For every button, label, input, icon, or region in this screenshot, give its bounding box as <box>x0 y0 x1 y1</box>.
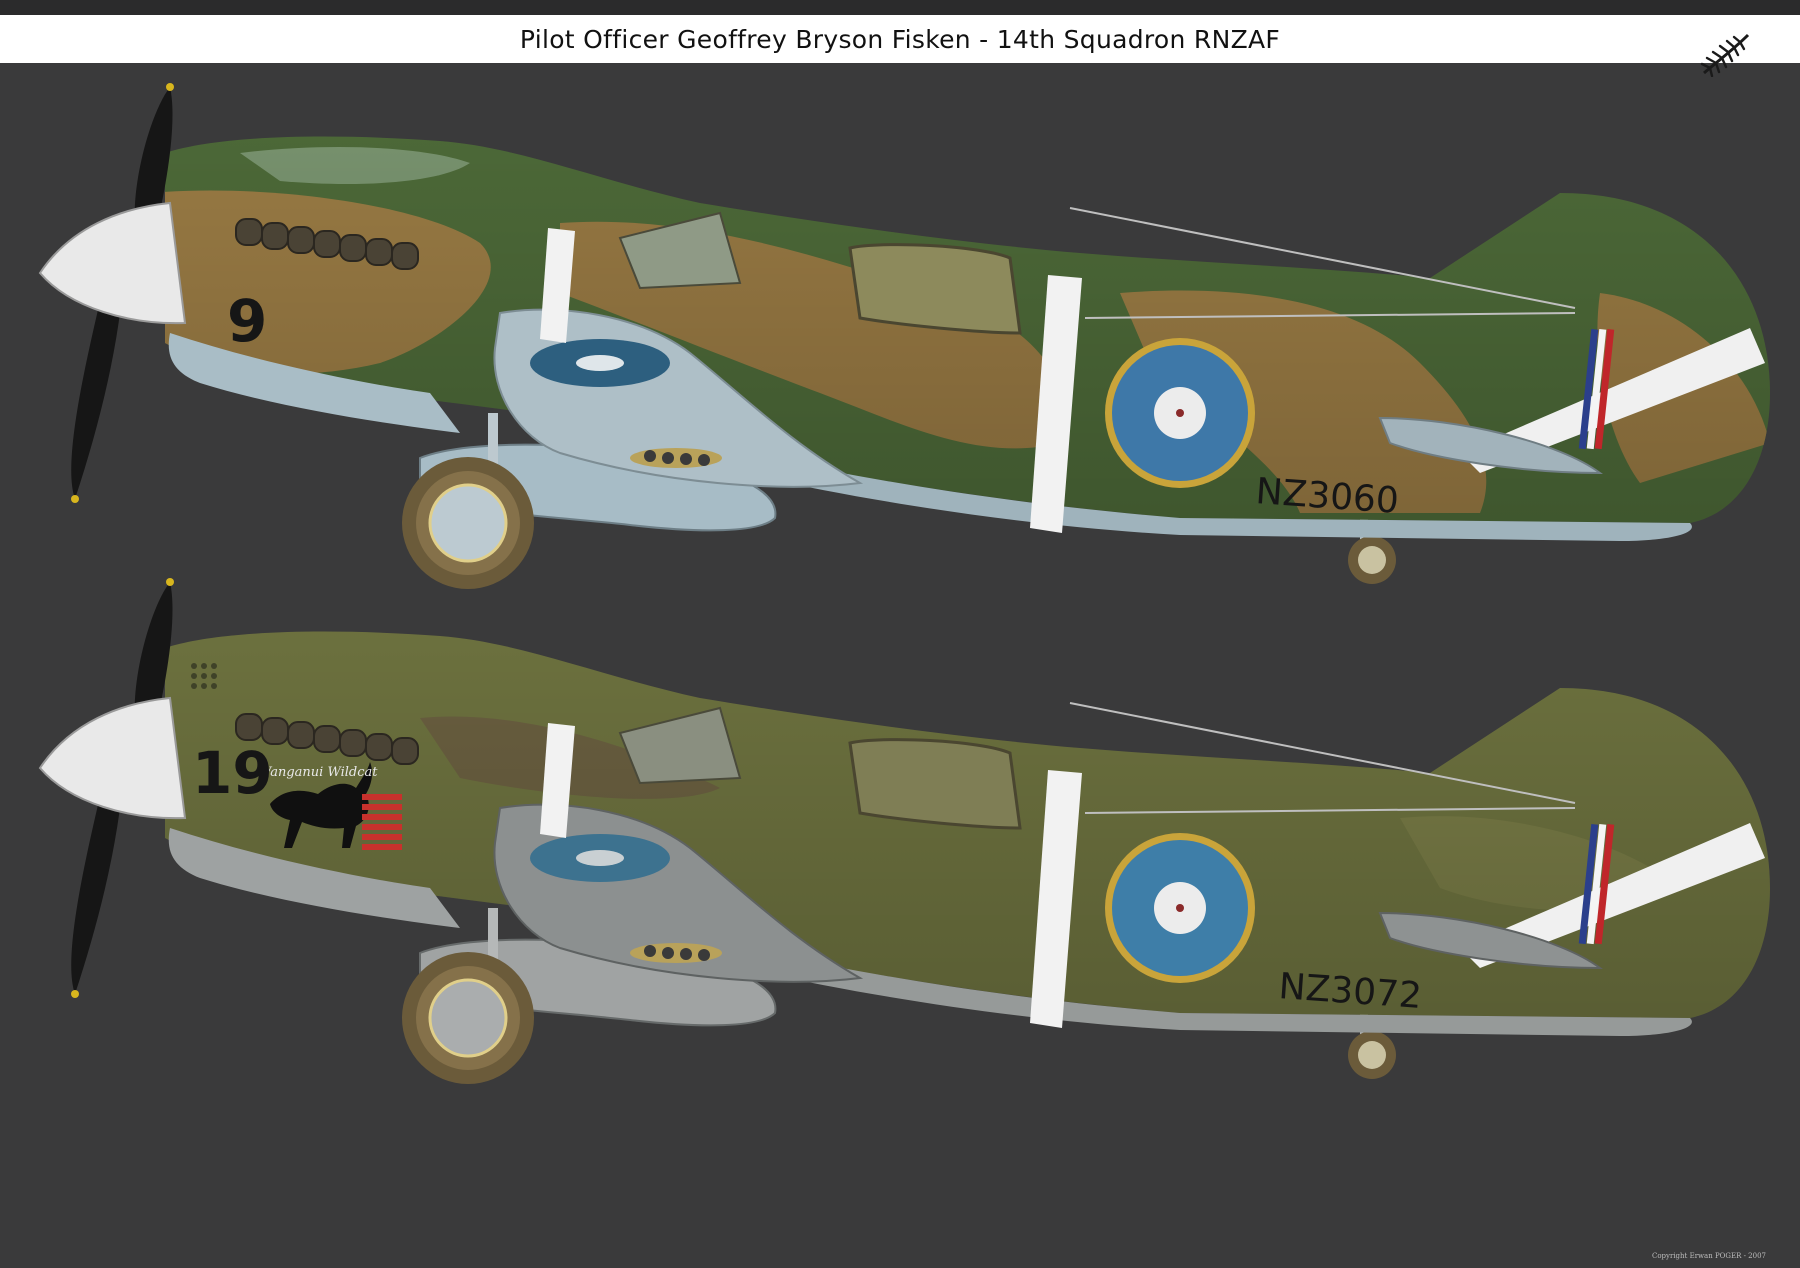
aircraft-profile-lower: Wanganui Wildcat 19 NZ3072 <box>0 558 1800 1158</box>
spinner <box>38 201 187 325</box>
profile-canvas: 9 NZ3060 Wanganui Wildcat 19 NZ3072 <box>0 63 1800 1268</box>
copyright-text: Copyright Erwan POGER - 2007 <box>1651 1252 1766 1260</box>
top-dark-bar <box>0 0 1800 15</box>
fuselage-code-number: 19 <box>192 739 273 807</box>
nose-art-text: Wanganui Wildcat <box>258 765 378 780</box>
weathering-patches <box>165 631 1770 1019</box>
fuselage-code-number: 9 <box>227 287 267 355</box>
page-title: Pilot Officer Geoffrey Bryson Fisken - 1… <box>519 24 1281 54</box>
title-strip: Pilot Officer Geoffrey Bryson Fisken - 1… <box>0 15 1800 77</box>
aircraft-profile-lower-drawing: Wanganui Wildcat 19 NZ3072 <box>38 578 1770 1084</box>
canopy <box>848 738 1022 830</box>
canopy <box>848 243 1022 335</box>
spinner <box>38 696 187 820</box>
air-intake-grille <box>191 663 217 689</box>
